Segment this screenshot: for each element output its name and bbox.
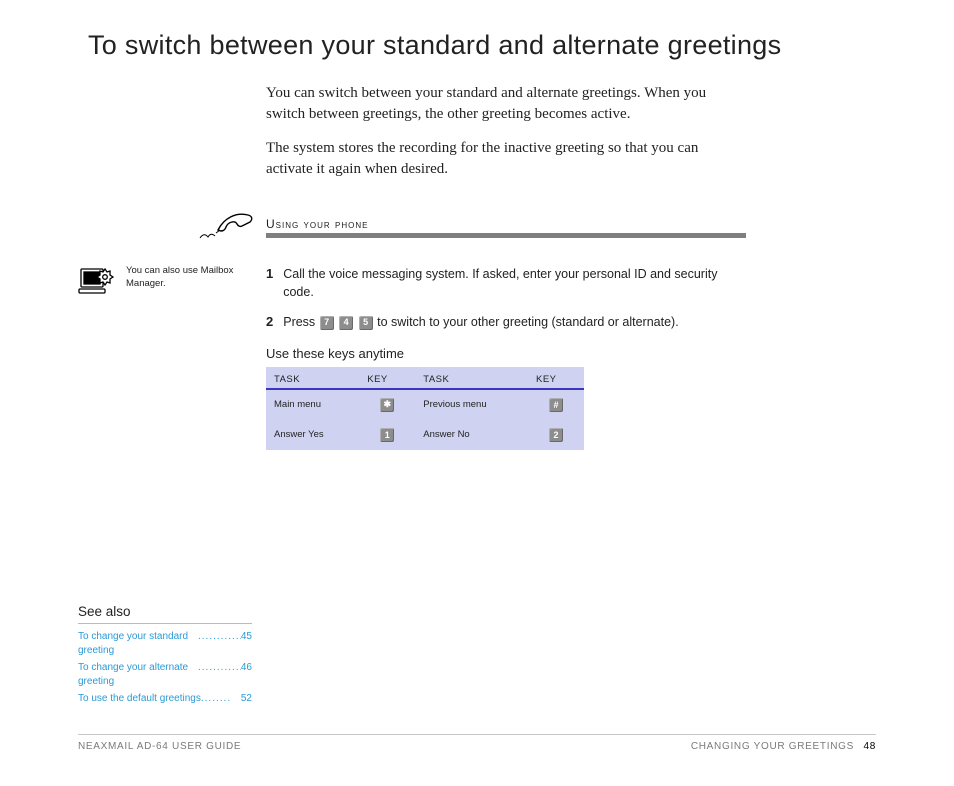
col-key-1: KEY bbox=[359, 367, 415, 389]
see-also-page: 45 bbox=[241, 630, 252, 658]
key-cell: 1 bbox=[359, 420, 415, 450]
see-also-link-alternate-greeting[interactable]: To change your alternate greeting ......… bbox=[78, 661, 252, 689]
footer-right: CHANGING YOUR GREETINGS 48 bbox=[691, 741, 876, 752]
leader-dots: ........................................ bbox=[198, 661, 241, 689]
anytime-heading: Use these keys anytime bbox=[266, 346, 746, 361]
section-heading-using-phone: Using your phone bbox=[266, 217, 746, 238]
keycap-star: ✱ bbox=[380, 398, 394, 412]
key-cell: # bbox=[528, 389, 584, 420]
see-also-link-default-greetings[interactable]: To use the default greetings ........ 52 bbox=[78, 692, 252, 706]
intro-paragraph-1: You can switch between your standard and… bbox=[266, 83, 736, 124]
task-cell: Main menu bbox=[266, 389, 359, 420]
leader-dots: ........ bbox=[201, 692, 241, 706]
see-also-label: To change your standard greeting bbox=[78, 630, 198, 658]
keycap-1: 1 bbox=[380, 428, 394, 442]
footer-page-number: 48 bbox=[863, 741, 876, 752]
see-also: See also To change your standard greetin… bbox=[78, 604, 252, 709]
keycap-7: 7 bbox=[320, 316, 334, 330]
footer-section: CHANGING YOUR GREETINGS bbox=[691, 741, 854, 752]
table-row: Answer Yes 1 Answer No 2 bbox=[266, 420, 584, 450]
computer-gear-icon bbox=[78, 265, 118, 304]
phone-handset-icon bbox=[198, 208, 256, 247]
see-also-heading: See also bbox=[78, 604, 252, 624]
col-task-2: TASK bbox=[415, 367, 528, 389]
key-cell: 2 bbox=[528, 420, 584, 450]
keycap-4: 4 bbox=[339, 316, 353, 330]
step-number: 2 bbox=[266, 313, 273, 332]
see-also-page: 52 bbox=[241, 692, 252, 706]
step-pre-text: Press bbox=[283, 315, 318, 329]
step-text: Press 7 4 5 to switch to your other gree… bbox=[283, 313, 678, 331]
keycap-2: 2 bbox=[549, 428, 563, 442]
task-cell: Answer Yes bbox=[266, 420, 359, 450]
intro-paragraph-2: The system stores the recording for the … bbox=[266, 138, 736, 179]
col-key-2: KEY bbox=[528, 367, 584, 389]
see-also-link-standard-greeting[interactable]: To change your standard greeting .......… bbox=[78, 630, 252, 658]
step-1: 1 Call the voice messaging system. If as… bbox=[266, 265, 746, 301]
col-task-1: TASK bbox=[266, 367, 359, 389]
anytime-keys-table: TASK KEY TASK KEY Main menu ✱ Previous m… bbox=[266, 367, 584, 450]
keycap-hash: # bbox=[549, 398, 563, 412]
key-cell: ✱ bbox=[359, 389, 415, 420]
page-footer: NEAXMAIL AD-64 USER GUIDE CHANGING YOUR … bbox=[78, 734, 876, 752]
leader-dots: ........................................ bbox=[198, 630, 241, 658]
table-row: Main menu ✱ Previous menu # bbox=[266, 389, 584, 420]
see-also-label: To change your alternate greeting bbox=[78, 661, 198, 689]
mailbox-manager-note: You can also use Mailbox Manager. bbox=[126, 265, 256, 291]
keycap-5: 5 bbox=[359, 316, 373, 330]
step-number: 1 bbox=[266, 265, 273, 284]
see-also-page: 46 bbox=[241, 661, 252, 689]
step-post-text: to switch to your other greeting (standa… bbox=[377, 315, 679, 329]
page-title: To switch between your standard and alte… bbox=[88, 30, 876, 61]
task-cell: Answer No bbox=[415, 420, 528, 450]
task-cell: Previous menu bbox=[415, 389, 528, 420]
step-text: Call the voice messaging system. If aske… bbox=[283, 265, 746, 301]
step-2: 2 Press 7 4 5 to switch to your other gr… bbox=[266, 313, 746, 332]
footer-left: NEAXMAIL AD-64 USER GUIDE bbox=[78, 741, 241, 752]
see-also-label: To use the default greetings bbox=[78, 692, 201, 706]
